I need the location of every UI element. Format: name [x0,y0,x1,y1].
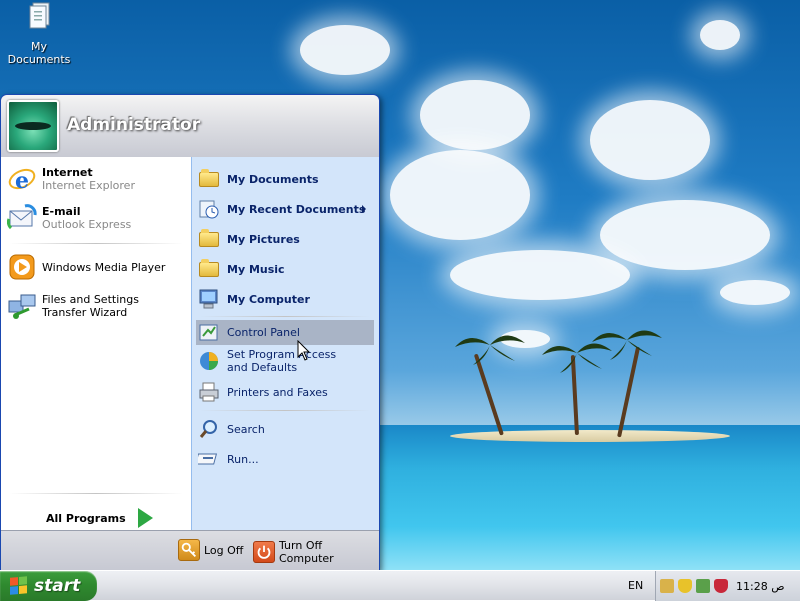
places-item-printers[interactable]: Printers and Faxes [198,381,328,403]
avatar-image [15,122,51,130]
palm-leaves [455,335,525,365]
internet-explorer-icon: e [7,164,37,194]
clock[interactable]: 11:28 ص [736,580,785,593]
power-icon [253,541,275,563]
places-item-label: Control Panel [227,326,300,339]
program-access-icon [198,350,220,372]
computer-icon [198,288,220,310]
places-item-search[interactable]: Search [198,418,265,440]
submenu-arrow-icon [362,205,366,213]
palm-tree [617,346,641,438]
tray-antivirus-icon[interactable] [714,579,728,593]
log-off-button[interactable]: Log Off [178,539,243,561]
places-item-my-pictures[interactable]: My Pictures [198,228,300,250]
log-off-label: Log Off [204,543,244,557]
places-item-my-computer[interactable]: My Computer [198,288,310,310]
mouse-cursor-icon [297,340,311,361]
cloud-decoration [700,20,740,50]
svg-text:e: e [15,168,29,194]
recent-item-media-player[interactable]: Windows Media Player [7,252,165,282]
places-item-label: My Computer [227,292,310,306]
all-programs-separator [9,493,183,494]
printer-icon [198,381,220,403]
turn-off-button[interactable]: Turn Off Computer [253,539,379,565]
palm-leaves [592,330,662,360]
places-item-label: Search [227,422,265,436]
recent-item-title: Files and Settings Transfer Wizard [42,293,139,319]
places-item-control-panel[interactable]: Control Panel [196,320,374,345]
pinned-item-subtitle: Internet Explorer [42,179,135,192]
cloud-decoration [590,100,710,180]
desktop-icon-my-documents[interactable]: My Documents [2,2,76,66]
start-menu-header: Administrator [1,95,379,158]
start-menu-left-pane: e Internet Internet Explorer E-mail Outloo… [1,157,191,530]
folder-pictures-icon [198,228,220,250]
recent-item-title: Windows Media Player [42,260,166,274]
pinned-item-title: E-mail [42,205,81,218]
left-pane-separator [9,243,183,244]
pinned-item-internet[interactable]: e Internet Internet Explorer [7,164,135,194]
taskbar: start EN 11:28 ص [0,570,800,601]
right-pane-separator [200,410,370,411]
recent-documents-icon [198,198,220,220]
all-programs-label: All Programs [46,511,126,525]
control-panel-icon [198,322,220,344]
places-item-label: Set Program Access and Defaults [227,348,337,374]
username: Administrator [67,115,201,135]
cloud-decoration [420,80,530,150]
turn-off-label: Turn Off Computer [279,539,334,565]
places-item-my-music[interactable]: My Music [198,258,285,280]
places-item-run[interactable]: Run... [195,448,259,470]
tray-network-icon[interactable] [660,579,674,593]
places-item-label: My Documents [227,172,319,186]
pinned-item-subtitle: Outlook Express [42,218,132,231]
all-programs-button[interactable]: All Programs [46,508,153,528]
places-item-label: Run... [227,452,259,466]
outlook-express-icon [6,203,37,233]
cloud-decoration [300,25,390,75]
island-sand [450,430,730,442]
desktop-icon-label: My Documents [7,40,71,66]
key-icon [178,539,200,561]
recent-item-transfer-wizard[interactable]: Files and Settings Transfer Wizard [7,291,182,321]
places-item-my-documents[interactable]: My Documents [198,168,319,190]
start-menu: Administrator e Internet Internet Explore… [0,94,380,571]
cloud-decoration [720,280,790,305]
places-item-label: My Recent Documents [227,202,366,216]
start-menu-footer: Log Off Turn Off Computer [1,530,379,570]
cloud-decoration [390,150,530,240]
run-icon [195,448,220,470]
folder-documents-icon [198,168,220,190]
arrow-right-icon [137,508,153,528]
user-avatar[interactable] [7,100,59,152]
windows-flag-icon [10,576,28,596]
places-item-label: My Pictures [227,232,300,246]
start-label: start [34,576,81,596]
language-indicator[interactable]: EN [628,579,643,592]
right-pane-separator [200,316,370,317]
folder-music-icon [198,258,220,280]
start-menu-right-pane: My Documents My Recent Documents My Pict… [191,157,379,530]
start-button[interactable]: start [0,571,97,601]
cloud-decoration [450,250,630,300]
transfer-wizard-icon [7,291,37,321]
media-player-icon [7,252,37,282]
pinned-item-title: Internet [42,166,93,179]
places-item-recent-documents[interactable]: My Recent Documents [198,198,374,220]
pinned-item-email[interactable]: E-mail Outlook Express [6,203,132,233]
palm-tree [473,353,504,436]
tray-connection-icon[interactable] [696,579,710,593]
tray-security-shield-icon[interactable] [678,579,692,593]
search-icon [198,418,220,440]
places-item-label: My Music [227,262,285,276]
system-tray: 11:28 ص [655,571,800,601]
places-item-program-access[interactable]: Set Program Access and Defaults [198,348,357,374]
my-documents-icon [23,2,55,38]
places-item-label: Printers and Faxes [227,385,328,399]
cloud-decoration [600,200,770,270]
